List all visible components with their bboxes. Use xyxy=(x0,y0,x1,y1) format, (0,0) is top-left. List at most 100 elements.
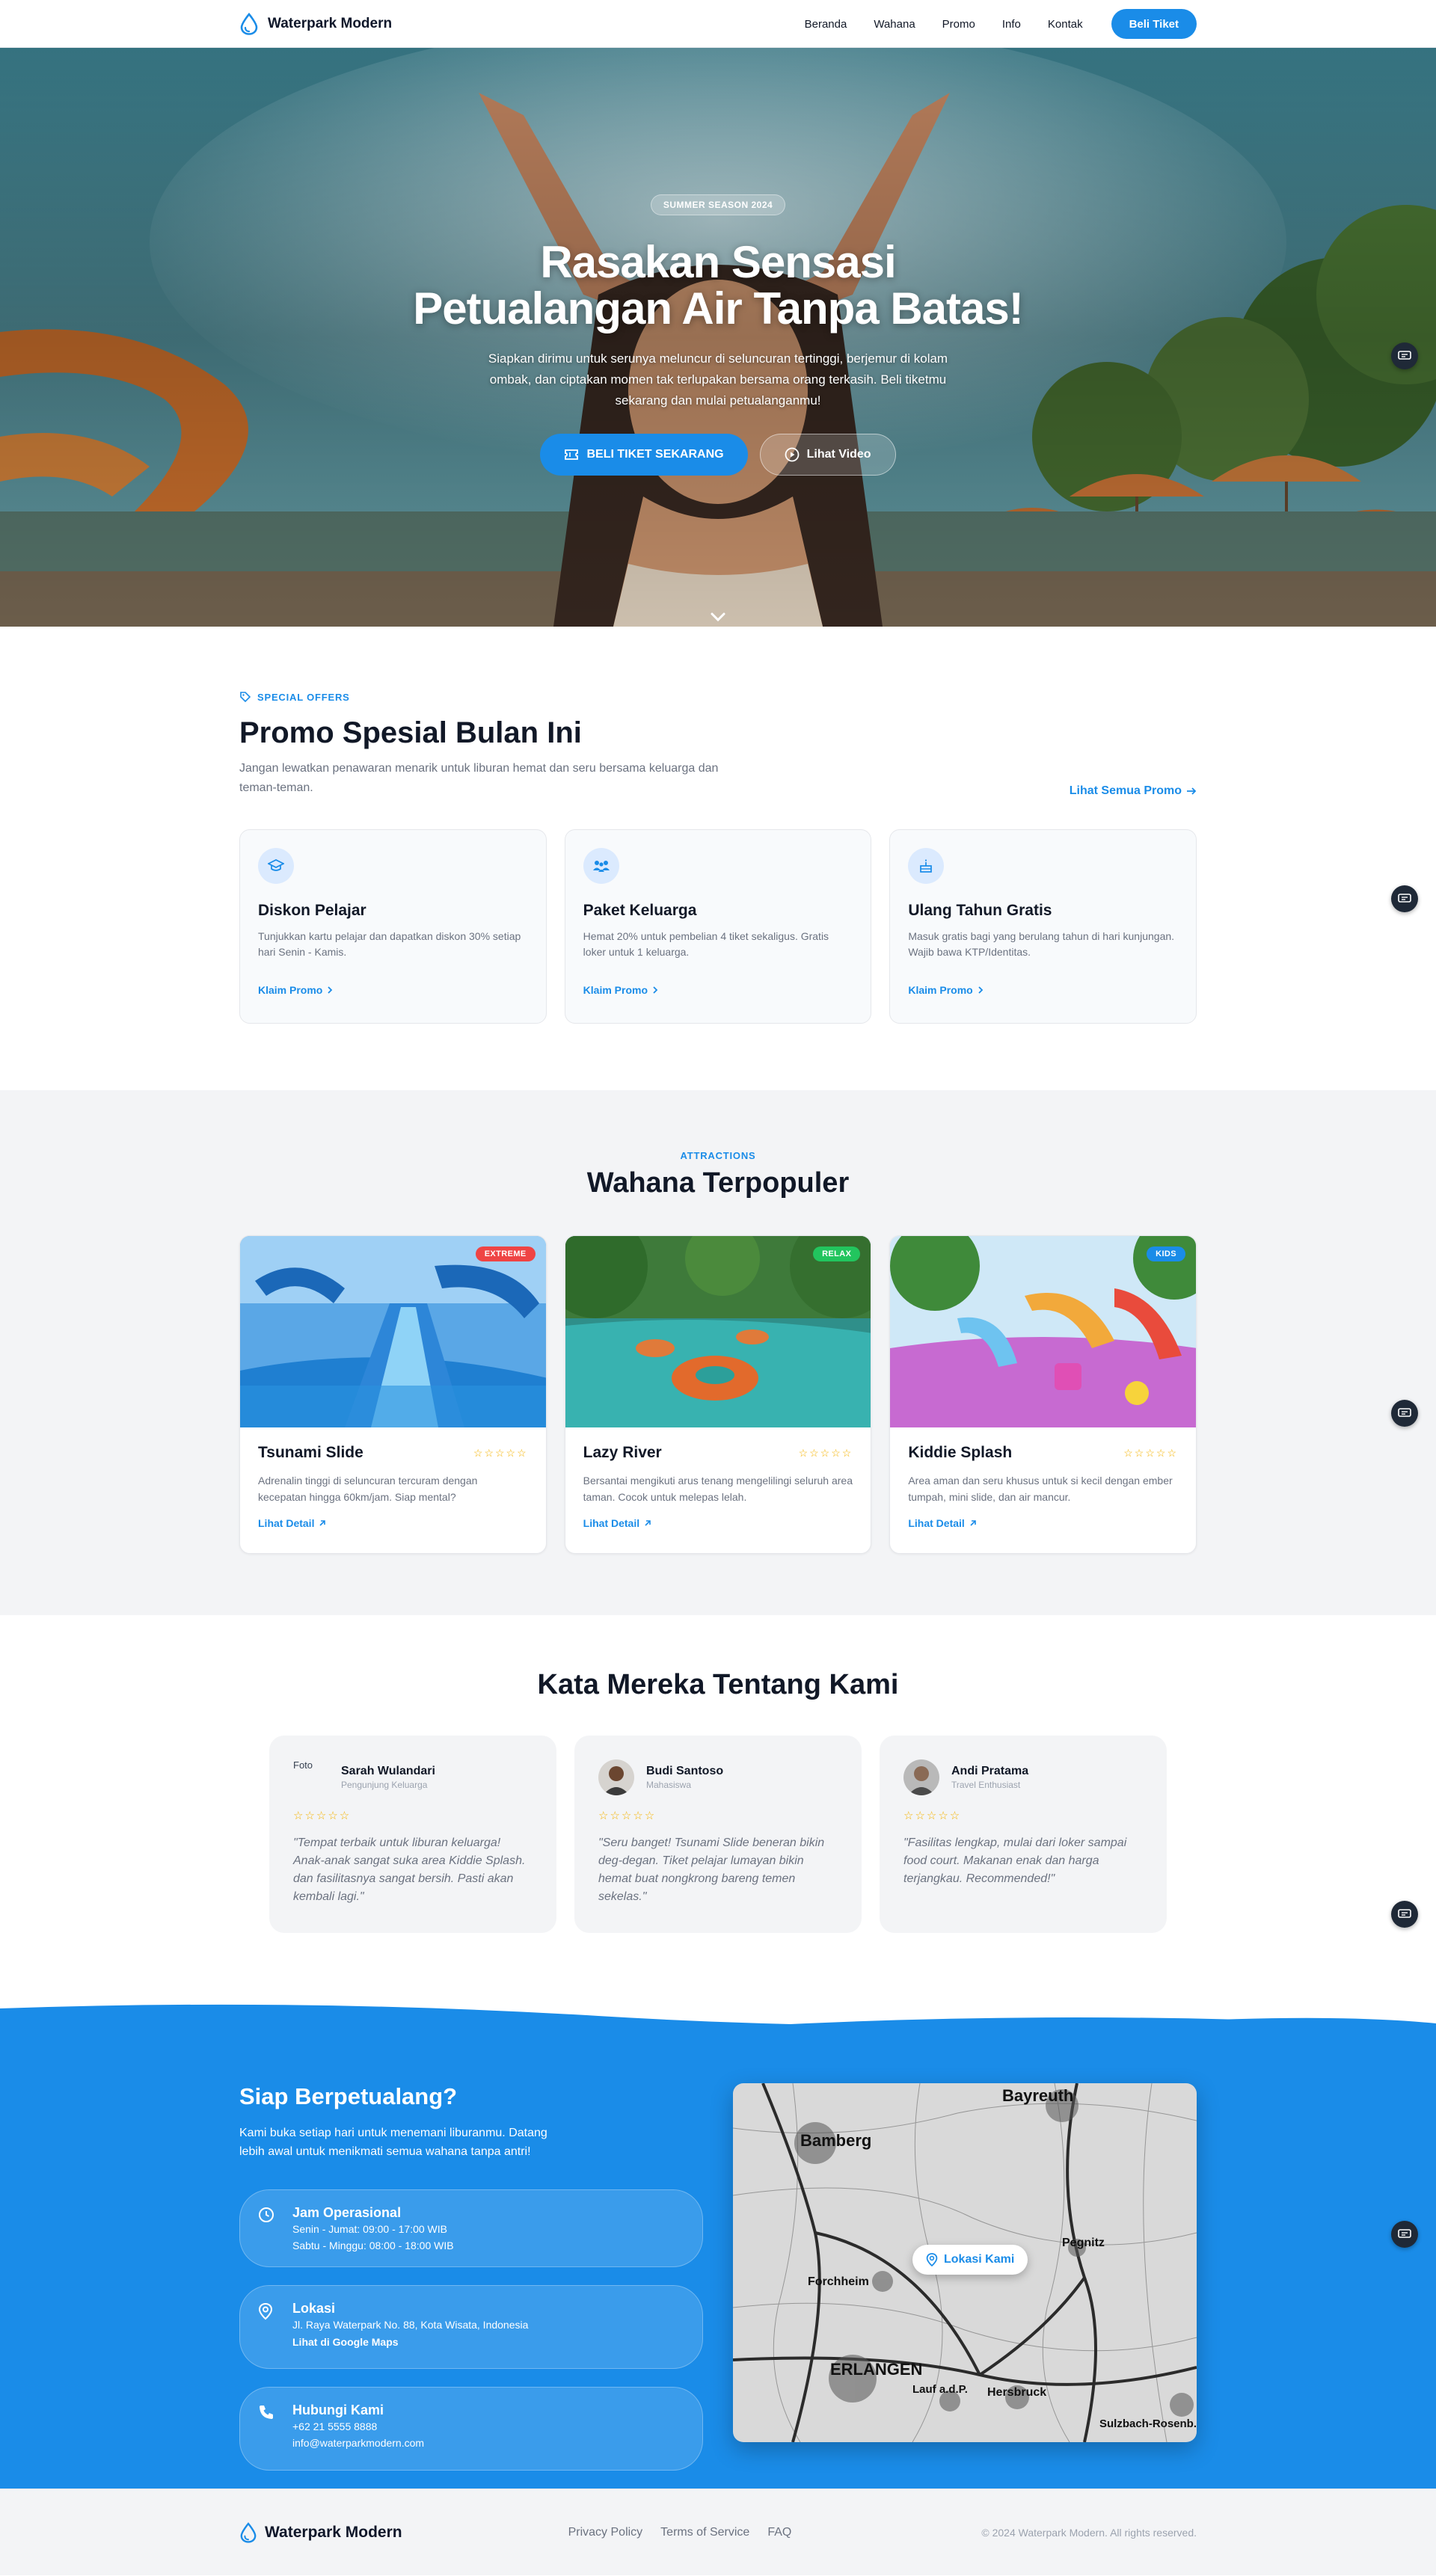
ride-card-lazy-river[interactable]: RELAX Lazy River ☆☆☆☆☆ Bersantai mengiku… xyxy=(564,1235,872,1554)
map-location-marker[interactable]: Lokasi Kami xyxy=(912,2245,1028,2275)
rating-stars: ☆☆☆☆☆ xyxy=(903,1810,962,1822)
hero-buttons: BELI TIKET SEKARANG Lihat Video xyxy=(0,434,1436,476)
ride-detail-label: Lihat Detail xyxy=(908,1517,965,1529)
opening-hours-card: Jam Operasional Senin - Jumat: 09:00 - 1… xyxy=(239,2189,703,2267)
wave-divider xyxy=(0,1998,1436,2043)
nav-link-info[interactable]: Info xyxy=(1002,18,1021,31)
chat-icon xyxy=(1398,2229,1411,2238)
floating-chat-button[interactable] xyxy=(1391,1901,1418,1928)
location-map[interactable]: Bamberg Bayreuth Forchheim ERLANGEN Pegn… xyxy=(733,2083,1197,2442)
promo-title: Promo Spesial Bulan Ini xyxy=(239,716,582,749)
testimonials-section: Kata Mereka Tentang Kami Foto Sarah Wula… xyxy=(0,1615,1436,1998)
ride-detail-link[interactable]: Lihat Detail xyxy=(258,1517,528,1529)
family-icon xyxy=(592,861,610,872)
water-drop-icon xyxy=(240,13,258,35)
nav-link-wahana[interactable]: Wahana xyxy=(874,18,915,31)
footer: Waterpark Modern Privacy Policy Terms of… xyxy=(0,2489,1436,2575)
brand-logo[interactable]: Waterpark Modern xyxy=(239,13,392,35)
water-slide-picture xyxy=(240,1236,546,1427)
hours-weekday: Senin - Jumat: 09:00 - 17:00 WIB xyxy=(292,2223,447,2235)
claim-promo-link[interactable]: Klaim Promo xyxy=(258,984,528,996)
claim-promo-label: Klaim Promo xyxy=(258,984,323,996)
ride-image-tsunami-slide: EXTREME xyxy=(240,1236,546,1427)
tag-icon xyxy=(240,692,251,703)
hero-content: SUMMER SEASON 2024 Rasakan Sensasi Petua… xyxy=(0,194,1436,476)
ride-detail-label: Lihat Detail xyxy=(258,1517,315,1529)
google-maps-link[interactable]: Lihat di Google Maps xyxy=(292,2336,528,2348)
ride-title: Tsunami Slide xyxy=(258,1444,363,1461)
contact-email[interactable]: info@waterparkmodern.com xyxy=(292,2435,424,2451)
claim-promo-link[interactable]: Klaim Promo xyxy=(908,984,1178,996)
cta-lead: Kami buka setiap hari untuk menemani lib… xyxy=(239,2127,547,2158)
testimonials-title: Kata Mereka Tentang Kami xyxy=(537,1669,899,1700)
map-label-erlangen: ERLANGEN xyxy=(830,2360,922,2379)
map-label-forchheim: Forchheim xyxy=(808,2275,869,2288)
reviewer-name: Sarah Wulandari xyxy=(341,1765,435,1777)
promo-section: SPECIAL OFFERS Promo Spesial Bulan Ini J… xyxy=(0,627,1436,1090)
ride-card-tsunami-slide[interactable]: EXTREME Tsunami Slide ☆☆☆☆☆ Adrenalin ti… xyxy=(239,1235,547,1554)
ride-tag-kids: KIDS xyxy=(1147,1246,1186,1261)
faq-link[interactable]: FAQ xyxy=(767,2526,791,2539)
buy-ticket-now-label: BELI TIKET SEKARANG xyxy=(586,448,724,461)
footer-brand[interactable]: Waterpark Modern xyxy=(239,2522,402,2543)
contact-card: Hubungi Kami +62 21 5555 8888 info@water… xyxy=(239,2387,703,2471)
contact-title: Hubungi Kami xyxy=(292,2403,384,2417)
promo-card-diskon-pelajar: Diskon Pelajar Tunjukkan kartu pelajar d… xyxy=(239,829,547,1024)
promo-icon-wrap xyxy=(583,848,619,884)
promo-card-text: Hemat 20% untuk pembelian 4 tiket sekali… xyxy=(583,930,829,958)
footer-brand-name: Waterpark Modern xyxy=(265,2524,402,2541)
chevron-right-icon xyxy=(978,986,983,994)
testimonial-quote: "Fasilitas lengkap, mulai dari loker sam… xyxy=(903,1836,1127,1885)
hours-weekend: Sabtu - Minggu: 08:00 - 18:00 WIB xyxy=(292,2240,454,2251)
chat-icon xyxy=(1398,1408,1411,1417)
chat-icon xyxy=(1398,351,1411,360)
claim-promo-label: Klaim Promo xyxy=(908,984,973,996)
hero-subtitle: Siapkan dirimu untuk serunya meluncur di… xyxy=(488,351,948,408)
contact-cta-section: Siap Berpetualang? Kami buka setiap hari… xyxy=(0,2043,1436,2489)
attractions-title: Wahana Terpopuler xyxy=(586,1167,850,1199)
contact-phone[interactable]: +62 21 5555 8888 xyxy=(292,2418,424,2435)
reviewer-name: Budi Santoso xyxy=(646,1765,724,1777)
chevron-right-icon xyxy=(653,986,658,994)
map-label-lauf: Lauf a.d.P. xyxy=(912,2383,968,2396)
ride-card-kiddie-splash[interactable]: KIDS Kiddie Splash ☆☆☆☆☆ Area aman dan s… xyxy=(889,1235,1197,1554)
location-address: Jl. Raya Waterpark No. 88, Kota Wisata, … xyxy=(292,2319,529,2331)
lazy-river-picture xyxy=(565,1236,871,1427)
promo-icon-wrap xyxy=(258,848,294,884)
scroll-down-chevron-icon[interactable] xyxy=(710,612,726,622)
ride-detail-link[interactable]: Lihat Detail xyxy=(908,1517,1178,1529)
floating-chat-button[interactable] xyxy=(1391,1400,1418,1427)
clock-icon xyxy=(259,2207,274,2222)
testimonial-quote: "Seru banget! Tsunami Slide beneran biki… xyxy=(598,1836,825,1903)
promo-eyebrow: SPECIAL OFFERS xyxy=(239,691,1197,703)
floating-chat-button[interactable] xyxy=(1391,342,1418,369)
map-label-bamberg: Bamberg xyxy=(800,2131,871,2150)
testimonial-card-sarah: Foto Sarah Wulandari Pengunjung Keluarga… xyxy=(269,1736,556,1933)
floating-chat-button[interactable] xyxy=(1391,2221,1418,2248)
promo-card-text: Tunjukkan kartu pelajar dan dapatkan dis… xyxy=(258,930,521,958)
promo-card-title: Diskon Pelajar xyxy=(258,902,366,919)
nav-link-beranda[interactable]: Beranda xyxy=(805,18,847,31)
hero-title-line-1: Rasakan Sensasi xyxy=(540,237,896,287)
nav-link-kontak[interactable]: Kontak xyxy=(1048,18,1083,31)
buy-ticket-now-button[interactable]: BELI TIKET SEKARANG xyxy=(540,434,748,476)
attractions-eyebrow: ATTRACTIONS xyxy=(680,1150,756,1161)
reviewer-role: Mahasiswa xyxy=(646,1780,692,1790)
graduation-cap-icon xyxy=(268,859,284,871)
ride-detail-link[interactable]: Lihat Detail xyxy=(583,1517,853,1529)
watch-video-button[interactable]: Lihat Video xyxy=(759,434,896,476)
terms-of-service-link[interactable]: Terms of Service xyxy=(660,2526,749,2539)
privacy-policy-link[interactable]: Privacy Policy xyxy=(568,2526,643,2539)
ride-description: Bersantai mengikuti arus tenang mengelil… xyxy=(583,1475,853,1503)
rating-stars: ☆☆☆☆☆ xyxy=(1123,1446,1179,1459)
buy-ticket-nav-button[interactable]: Beli Tiket xyxy=(1111,9,1197,39)
promo-card-title: Paket Keluarga xyxy=(583,902,697,919)
nav-link-promo[interactable]: Promo xyxy=(942,18,975,31)
claim-promo-link[interactable]: Klaim Promo xyxy=(583,984,853,996)
ride-description: Adrenalin tinggi di seluncuran tercuram … xyxy=(258,1475,478,1503)
promo-eyebrow-label: SPECIAL OFFERS xyxy=(257,691,350,703)
floating-chat-button[interactable] xyxy=(1391,885,1418,912)
promo-card-title: Ulang Tahun Gratis xyxy=(908,902,1052,919)
cta-info-column: Siap Berpetualang? Kami buka setiap hari… xyxy=(239,2083,703,2471)
see-all-promo-link[interactable]: Lihat Semua Promo xyxy=(1070,784,1197,798)
